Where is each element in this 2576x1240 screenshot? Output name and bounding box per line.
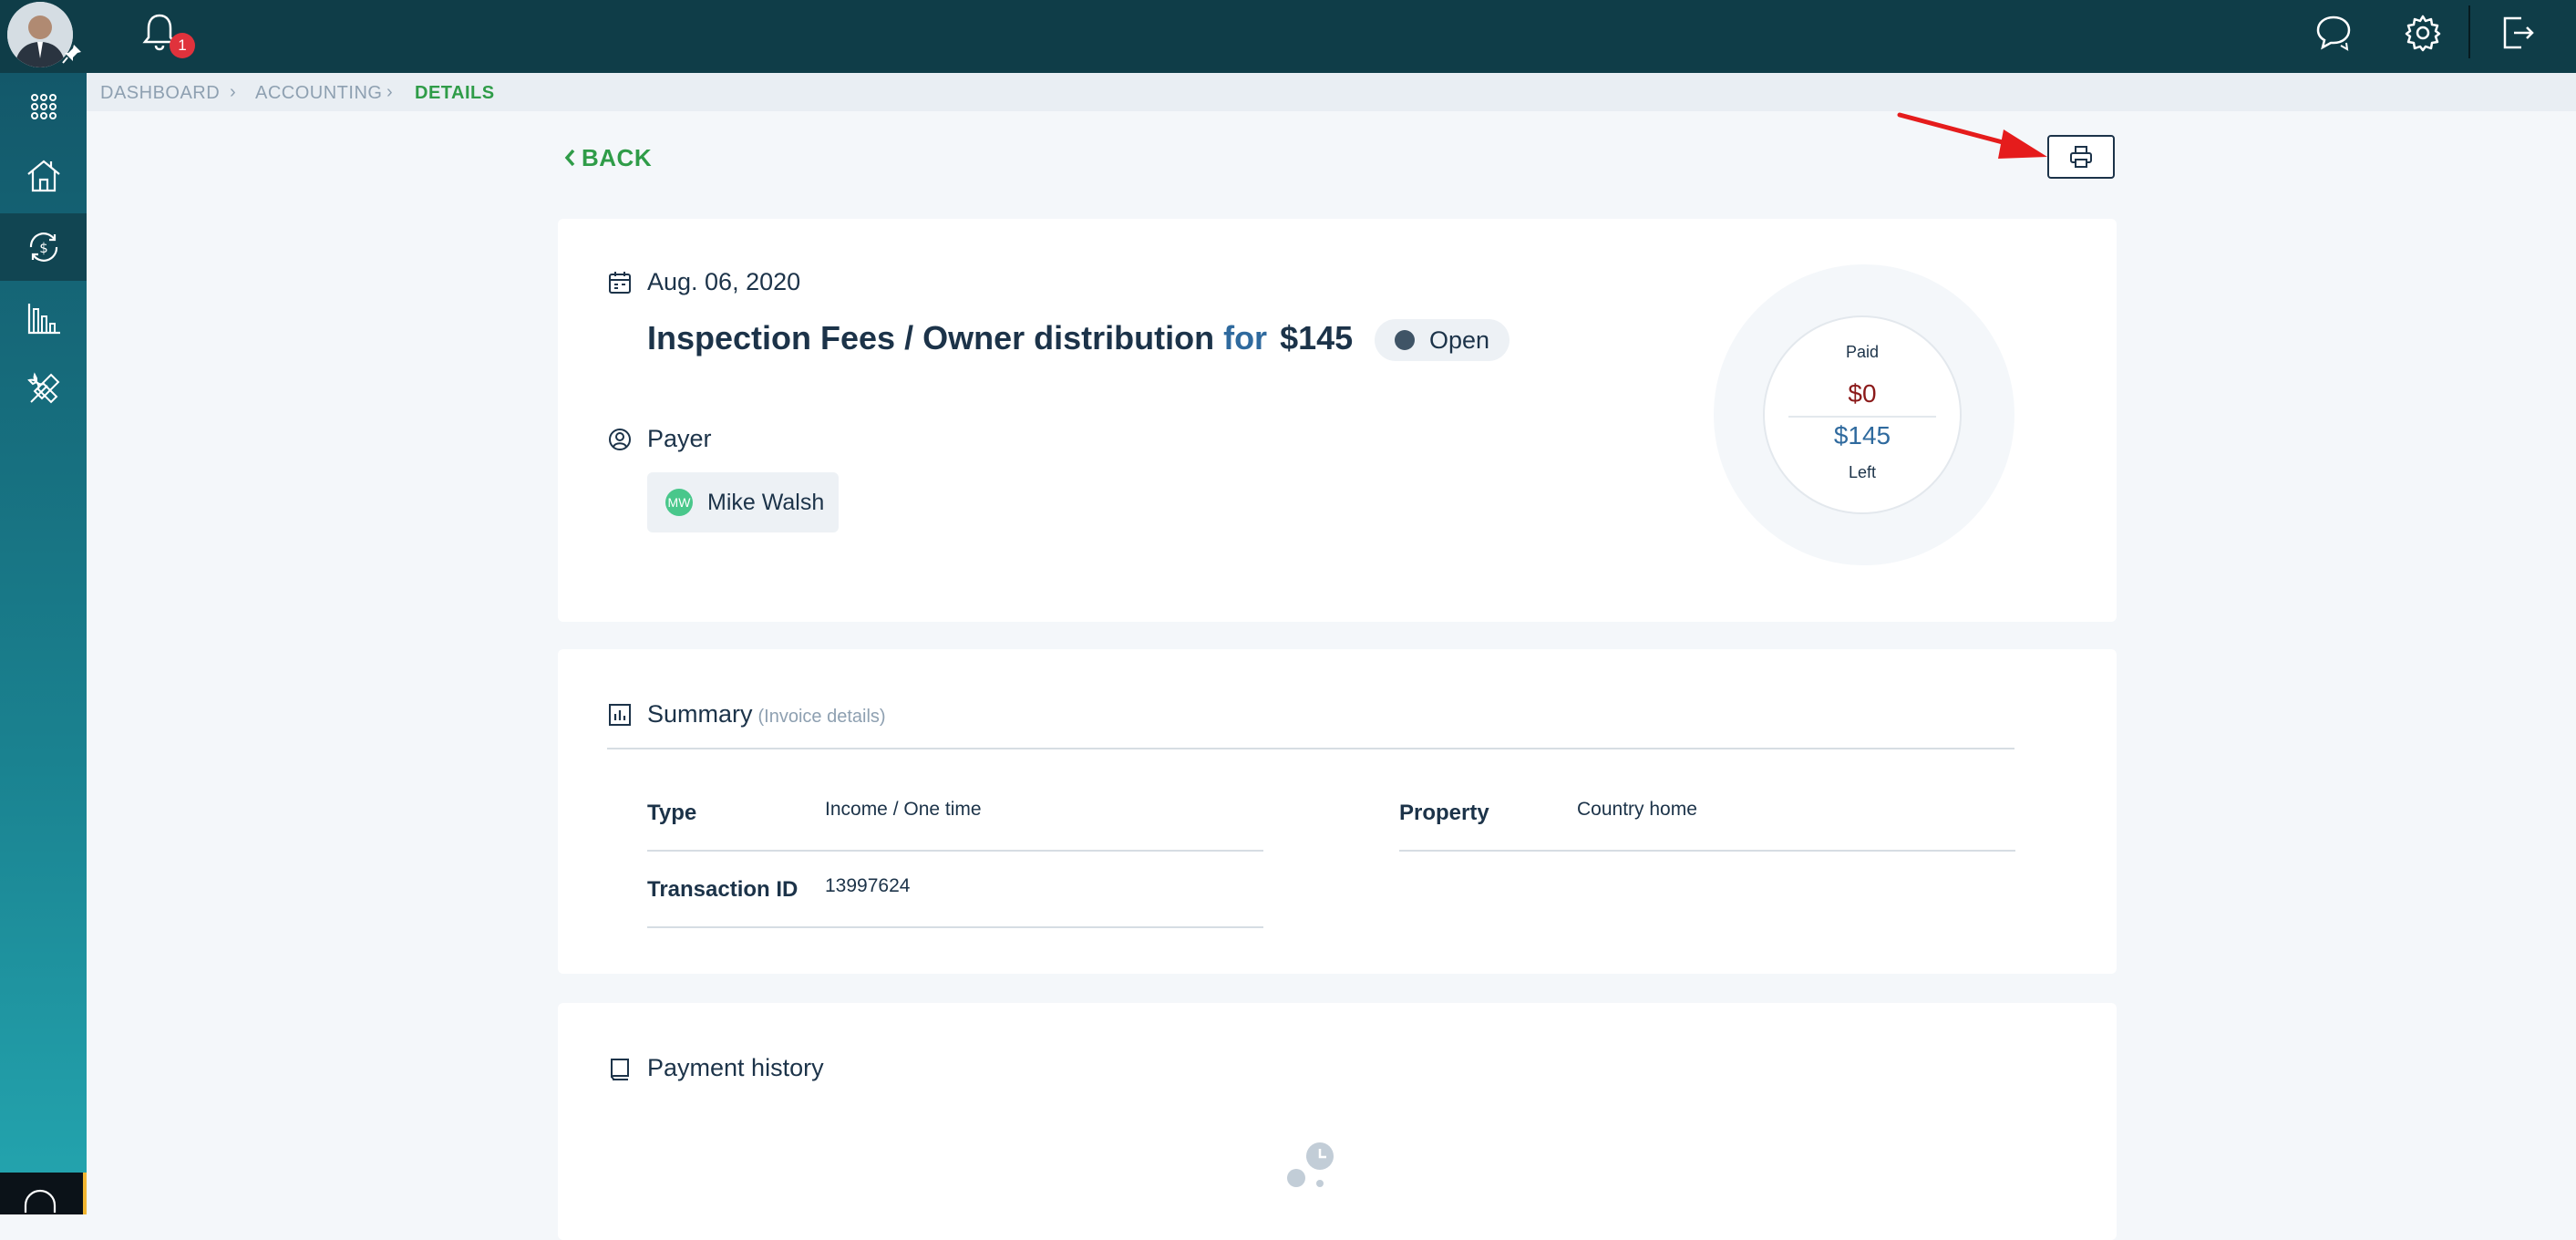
home-icon — [26, 160, 60, 192]
chat-icon[interactable] — [2313, 13, 2354, 53]
bar-chart-icon — [27, 304, 60, 335]
type-label: Type — [647, 801, 697, 825]
topbar-divider — [2468, 5, 2470, 58]
back-label: BACK — [582, 144, 653, 171]
calendar-icon — [609, 272, 631, 294]
payer-avatar: MW — [665, 489, 693, 516]
ring-divider — [1788, 416, 1936, 418]
payment-history-card — [558, 1003, 2117, 1240]
transaction-id-value: 13997624 — [825, 875, 911, 896]
transaction-amount: $145 — [1280, 319, 1354, 356]
print-button[interactable] — [2047, 135, 2115, 179]
transaction-date: Aug. 06, 2020 — [647, 268, 801, 295]
support-strip[interactable] — [0, 1173, 87, 1214]
property-value: Country home — [1577, 799, 1697, 820]
breadcrumb-dashboard[interactable]: DASHBOARD — [100, 83, 220, 104]
printer-icon — [2070, 146, 2092, 168]
breadcrumb-accounting[interactable]: ACCOUNTING — [255, 83, 382, 104]
svg-text:$: $ — [39, 240, 48, 256]
transaction-id-label: Transaction ID — [647, 877, 799, 902]
sidebar-item-maintenance[interactable] — [0, 356, 87, 423]
for-label: for — [1223, 319, 1268, 356]
breadcrumb-details: DETAILS — [415, 83, 495, 103]
summary-divider — [607, 748, 2014, 749]
pin-icon[interactable] — [60, 42, 84, 66]
payer-chip[interactable]: MW Mike Walsh — [647, 472, 839, 532]
sidebar-item-apps[interactable] — [0, 73, 87, 140]
summary-title: Summary (Invoice details) — [647, 700, 886, 728]
breadcrumb-separator: › — [230, 82, 236, 102]
user-circle-icon — [609, 429, 631, 450]
left-amount: $145 — [1833, 421, 1891, 450]
headset-icon — [24, 1189, 57, 1213]
sidebar: $ — [0, 73, 87, 1214]
back-button[interactable]: BACK — [563, 144, 652, 172]
chevron-left-icon — [564, 149, 575, 167]
payment-history-title: Payment history — [647, 1054, 824, 1081]
paid-amount: $0 — [1848, 379, 1877, 408]
annotation-arrow-icon — [1897, 112, 2047, 159]
sidebar-item-reports[interactable] — [0, 284, 87, 352]
grid-icon — [30, 94, 57, 119]
payer-label: Payer — [647, 425, 712, 452]
field-divider — [647, 926, 1263, 928]
notification-badge: 1 — [170, 33, 195, 58]
transaction-title: Inspection Fees / Owner distribution for $… — [647, 319, 1353, 357]
type-value: Income / One time — [825, 799, 982, 820]
transaction-name: Inspection Fees / Owner distribution — [647, 319, 1215, 356]
logout-icon[interactable] — [2498, 13, 2538, 53]
summary-subtitle: (Invoice details) — [757, 707, 886, 727]
book-icon — [611, 1059, 629, 1080]
field-divider — [1399, 850, 2015, 852]
left-label: Left — [1848, 463, 1877, 481]
field-divider — [647, 850, 1263, 852]
payer-name: Mike Walsh — [707, 489, 825, 515]
summary-card — [558, 649, 2117, 974]
accounting-cycle-icon: $ — [29, 232, 57, 262]
property-label: Property — [1399, 801, 1489, 825]
paid-label: Paid — [1845, 343, 1880, 361]
empty-history-clock-icon — [1287, 1142, 1334, 1187]
breadcrumb-separator: › — [386, 82, 393, 102]
settings-gear-icon[interactable] — [2403, 13, 2443, 53]
report-chart-icon — [609, 704, 631, 726]
sidebar-item-accounting[interactable]: $ — [0, 213, 87, 281]
sidebar-item-properties[interactable] — [0, 142, 87, 210]
summary-heading: Summary — [647, 700, 753, 728]
status-badge: Open — [1375, 319, 1510, 361]
top-bar — [0, 0, 2576, 73]
tools-icon — [26, 372, 59, 404]
